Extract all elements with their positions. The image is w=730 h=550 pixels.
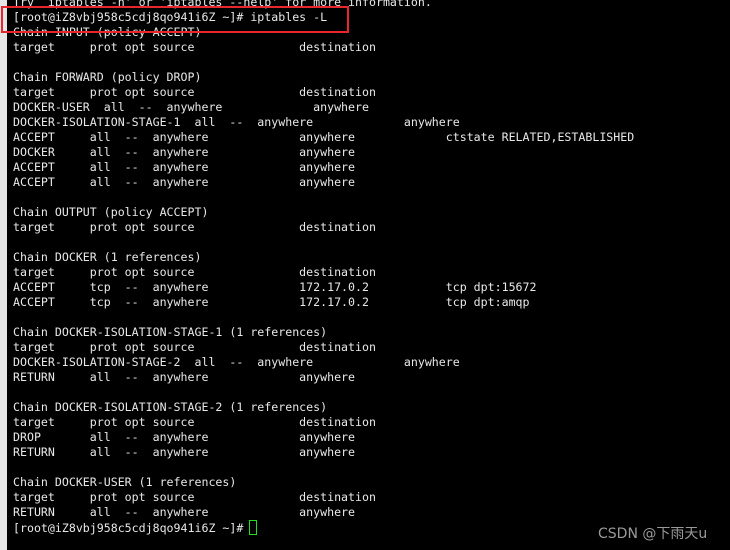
terminal-line: target prot opt source destination [13,490,376,504]
terminal-line: ACCEPT tcp -- anywhere 172.17.0.2 tcp dp… [13,295,530,309]
watermark: CSDN @下雨天u [598,526,708,542]
terminal-line: DOCKER-ISOLATION-STAGE-2 all -- anywhere… [13,355,460,369]
terminal-line: target prot opt source destination [13,265,376,279]
terminal-line: ACCEPT all -- anywhere anywhere [13,160,356,174]
terminal-output[interactable]: Try `iptables -h' or 'iptables --help' f… [13,0,634,535]
terminal-line: Chain DOCKER-ISOLATION-STAGE-2 (1 refere… [13,400,328,414]
terminal-line: Chain DOCKER (1 references) [13,250,202,264]
terminal-line: DOCKER-ISOLATION-STAGE-1 all -- anywhere… [13,115,460,129]
terminal-line: target prot opt source destination [13,340,376,354]
terminal-line: Chain OUTPUT (policy ACCEPT) [13,205,209,219]
terminal-line: DOCKER all -- anywhere anywhere [13,145,356,159]
cursor [249,520,258,535]
terminal-line: RETURN all -- anywhere anywhere [13,370,356,384]
terminal-line: ACCEPT tcp -- anywhere 172.17.0.2 tcp dp… [13,280,537,294]
terminal-line: target prot opt source destination [13,415,376,429]
terminal-line: RETURN all -- anywhere anywhere [13,505,356,519]
terminal-line: target prot opt source destination [13,40,376,54]
prompt: [root@iZ8vbj958c5cdj8qo941i6Z ~]# [13,521,244,535]
terminal-line: Chain DOCKER-ISOLATION-STAGE-1 (1 refere… [13,325,328,339]
prompt-line[interactable]: [root@iZ8vbj958c5cdj8qo941i6Z ~]# [13,520,634,535]
window-left-edge [0,0,7,550]
terminal-line: target prot opt source destination [13,85,376,99]
command-highlight-box [1,6,349,33]
terminal-line: RETURN all -- anywhere anywhere [13,445,356,459]
terminal-line: DOCKER-USER all -- anywhere anywhere [13,100,369,114]
terminal-line: ACCEPT all -- anywhere anywhere ctstate … [13,130,635,144]
terminal-line: target prot opt source destination [13,220,376,234]
terminal-line: Chain FORWARD (policy DROP) [13,70,202,84]
terminal-line: DROP all -- anywhere anywhere [13,430,356,444]
terminal-line: Chain DOCKER-USER (1 references) [13,475,237,489]
terminal-line: ACCEPT all -- anywhere anywhere [13,175,356,189]
